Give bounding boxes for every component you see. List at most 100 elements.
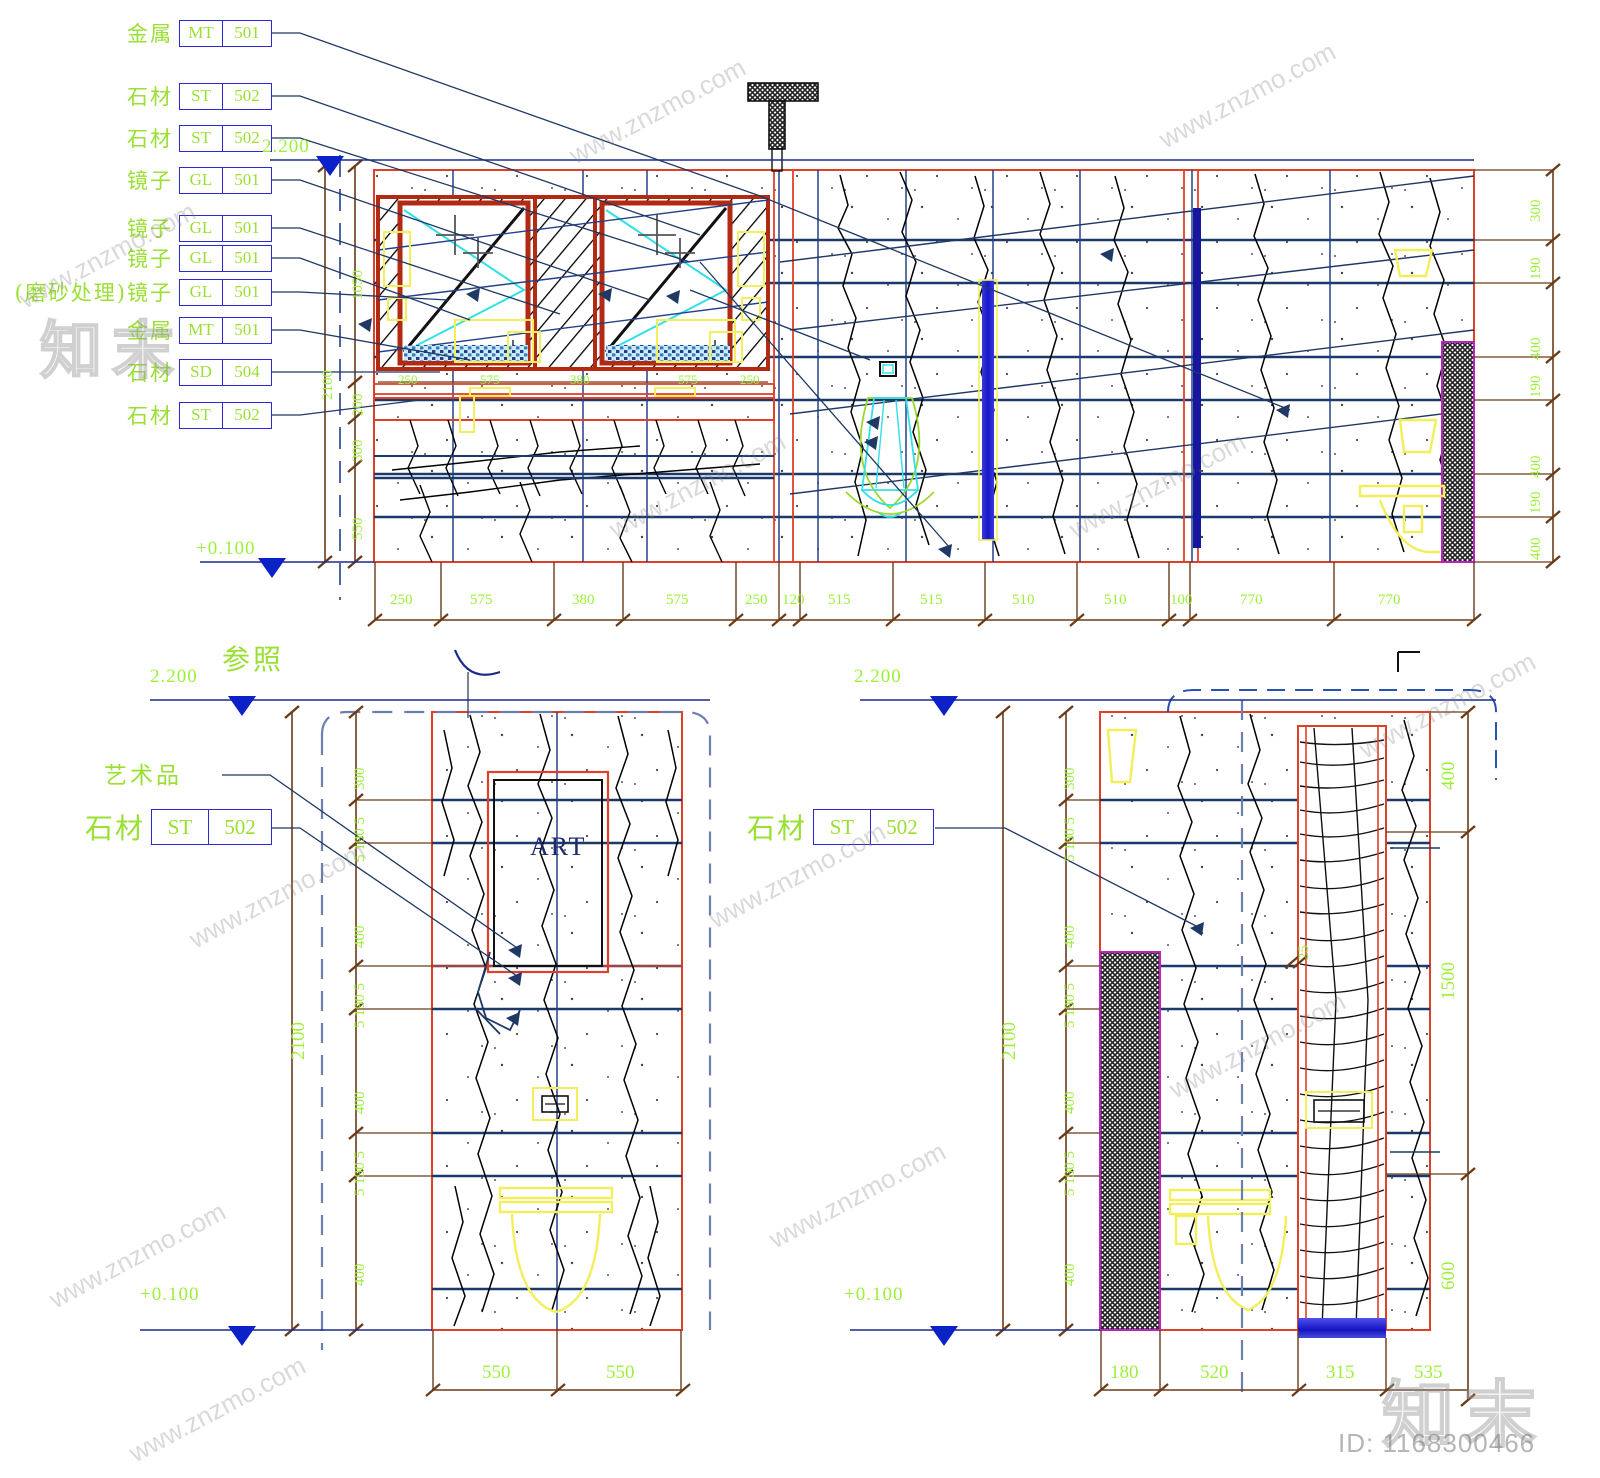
legend-number: 504 <box>234 362 260 381</box>
legend-code-box: ST 502 <box>179 82 272 110</box>
dim-inner-2: 575 <box>480 372 500 387</box>
dim-r-7: 400 <box>1528 537 1544 561</box>
level-marker-bottom <box>200 558 374 578</box>
legend-code-box: SD 504 <box>179 358 272 386</box>
dim-l-7: 400 <box>352 1263 368 1287</box>
detail-right-group <box>850 651 1497 1407</box>
legend-label: 石材 <box>127 85 173 109</box>
dim-inner-1: 250 <box>398 372 418 387</box>
legend-number: 502 <box>234 86 260 105</box>
dim-h-8: 515 <box>920 592 943 608</box>
dim-h-7: 515 <box>828 592 851 608</box>
drawing-id: ID: 1168300466 <box>1338 1428 1536 1458</box>
detail-right-material[interactable]: 石材 ST 502 <box>662 809 934 845</box>
dim-l-4: 5 190 5 <box>352 983 368 1028</box>
dim-lb-1: 550 <box>482 1362 511 1383</box>
dim-rr-2: 1500 <box>1438 962 1459 1000</box>
dim-rr-1: 400 <box>1438 761 1459 791</box>
legend-code: MT <box>180 20 223 46</box>
legend-label: 金属 <box>127 22 173 46</box>
detail-left-material[interactable]: 石材 ST 502 <box>0 809 272 845</box>
art-text: ART <box>530 832 587 861</box>
legend-code: ST <box>814 810 871 844</box>
dim-r-5: 400 <box>1528 455 1544 479</box>
dim-rr-small: 25 <box>1296 945 1312 960</box>
dim-h-3: 380 <box>572 592 595 608</box>
legend-item[interactable]: 石材 ST 502 <box>0 81 272 111</box>
dim-r-3: 400 <box>1528 337 1544 361</box>
wood-panel <box>1297 725 1387 1331</box>
legend-number: 502 <box>224 814 256 839</box>
legend-code-box: MT 501 <box>179 19 272 47</box>
legend-code-box: GL 501 <box>179 214 272 242</box>
dim-r-2: 190 <box>1528 257 1544 281</box>
dim-l-2: 5 190 5 <box>352 817 368 862</box>
legend-number: 502 <box>234 405 260 424</box>
legend-code-box: ST 502 <box>151 809 272 845</box>
legend-code: ST <box>152 810 209 844</box>
legend-code-box: GL 501 <box>179 166 272 194</box>
watermark-logo: 知末 <box>39 313 185 388</box>
dim-rb-3: 315 <box>1326 1362 1355 1383</box>
dim-l-3: 400 <box>352 925 368 949</box>
dim-h-11: 100 <box>1170 592 1193 608</box>
level-text-left-top: 2.200 <box>150 666 198 687</box>
legend-code-box: MT 501 <box>179 316 272 344</box>
legend-item[interactable]: 石材 ST 502 <box>0 123 272 153</box>
dim-rb-2: 520 <box>1200 1362 1229 1383</box>
legend-code-box: ST 502 <box>813 809 934 845</box>
level-marker-right-bottom <box>850 1326 1100 1346</box>
dim-h-5: 250 <box>745 592 768 608</box>
legend-code: ST <box>180 125 223 151</box>
dim-rc-6: 5 190 5 <box>1062 1151 1078 1196</box>
dim-inner-4: 575 <box>678 372 698 387</box>
dim-r-4: 190 <box>1528 375 1544 399</box>
legend-label: 镜子 <box>127 247 173 271</box>
dim-h-2: 575 <box>470 592 493 608</box>
dim-vert-3: 300 <box>350 439 366 463</box>
legend-item[interactable]: 镜子 GL 501 <box>0 165 272 195</box>
level-text-right-top: 2.200 <box>854 666 902 687</box>
legend-code: GL <box>180 279 223 305</box>
legend-code: SD <box>180 359 223 385</box>
legend-code: ST <box>180 402 223 428</box>
dim-h-6: 120 <box>782 592 805 608</box>
level-text-right-bottom: +0.100 <box>844 1284 904 1305</box>
dim-rc-4: 5 190 5 <box>1062 983 1078 1028</box>
legend-label: 石材 <box>84 812 145 845</box>
detail-left-group <box>140 649 712 1397</box>
legend-item[interactable]: 镜子 GL 501 <box>0 243 272 273</box>
legend-item[interactable]: 镜子 GL 501 <box>0 213 272 243</box>
dim-rc-2: 5 190 5 <box>1062 817 1078 862</box>
dim-r-6: 190 <box>1528 491 1544 515</box>
dim-vert-2: 200 <box>350 393 366 417</box>
legend-label: 石材 <box>127 127 173 151</box>
legend-code-box: GL 501 <box>179 244 272 272</box>
legend-label: 镜子 <box>127 217 173 241</box>
dim-inner-3: 380 <box>570 372 590 387</box>
ceiling-detail <box>747 82 819 172</box>
legend-number: 502 <box>886 814 918 839</box>
dim-vert-overall: 2100 <box>320 370 336 400</box>
dim-right-overall: 2100 <box>999 1022 1020 1060</box>
dim-rc-5: 400 <box>1062 1091 1078 1115</box>
dim-vert-1: 1050 <box>350 270 366 300</box>
legend-number: 501 <box>234 23 260 42</box>
legend-code: ST <box>180 83 223 109</box>
legend-code: GL <box>180 245 223 271</box>
dim-h-12: 770 <box>1240 592 1263 608</box>
mirror-cabinet <box>376 195 770 371</box>
legend-number: 501 <box>234 248 260 267</box>
legend-number: 501 <box>234 170 260 189</box>
legend-number: 501 <box>234 320 260 339</box>
dim-rc-7: 400 <box>1062 1263 1078 1287</box>
legend-item[interactable]: 石材 ST 502 <box>0 400 272 430</box>
dim-inner-5: 250 <box>740 372 760 387</box>
dim-rc-1: 300 <box>1062 767 1078 791</box>
dim-left-overall: 2100 <box>288 1022 309 1060</box>
cad-drawing-canvas: 金属 MT 501 石材 ST 502 石材 ST 502 镜子 GL 501 … <box>0 0 1600 1478</box>
dim-rr-3: 600 <box>1438 1261 1459 1291</box>
legend-item[interactable]: 金属 MT 501 <box>0 18 272 48</box>
legend-number: 501 <box>234 282 260 301</box>
top-elevation-group <box>200 82 1561 627</box>
